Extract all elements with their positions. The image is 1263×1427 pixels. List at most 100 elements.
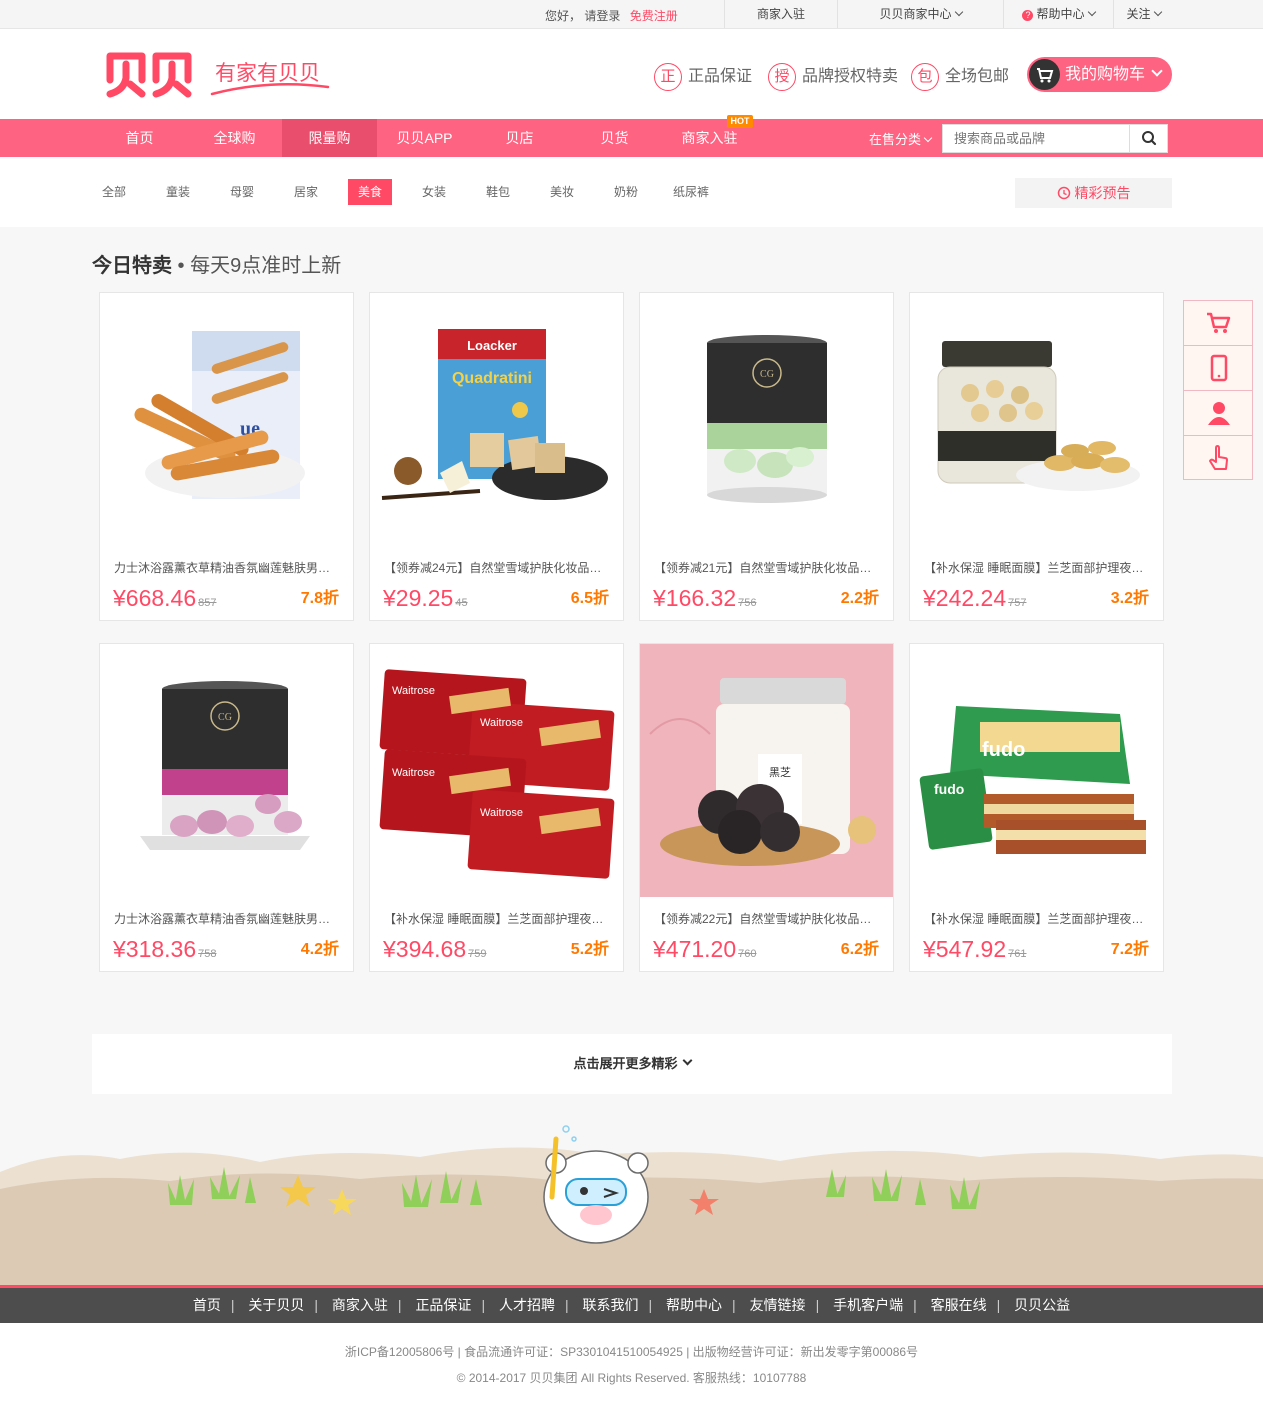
product-name[interactable]: 【领券减22元】自然堂雪域护肤化妆品套装	[654, 910, 879, 927]
login-link[interactable]: 请登录	[584, 9, 620, 23]
register-link[interactable]: 免费注册	[630, 9, 678, 23]
svg-text:Quadratini: Quadratini	[452, 370, 532, 387]
nav-app[interactable]: 贝贝APP	[377, 119, 472, 157]
category-beauty[interactable]: 美妆	[540, 179, 584, 205]
footer-nav: 首页 | 关于贝贝 | 商家入驻 | 正品保证 | 人才招聘 | 联系我们 | 帮助中心 | …	[0, 1285, 1263, 1323]
logo[interactable]	[104, 50, 196, 103]
merchant-join-link[interactable]: 商家入驻	[724, 0, 837, 28]
product-card[interactable]: 【补水保湿 睡眠面膜】兰芝面部护理夜间修护 ¥242.24 757 3.2折	[909, 292, 1164, 621]
product-price: ¥668.46 857	[113, 585, 217, 612]
product-name[interactable]: 【领券减21元】自然堂雪域护肤化妆品套装	[654, 559, 879, 576]
discount-badge: 3.2折	[1110, 590, 1149, 607]
product-card[interactable]: Waitrose Waitrose Waitrose Waitrose 【补水保…	[369, 643, 624, 972]
side-app-button[interactable]	[1184, 346, 1252, 391]
product-name[interactable]: 力士沐浴露薰衣草精油香氛幽莲魅肤男士沐浴露	[114, 910, 339, 927]
nav-home[interactable]: 首页	[92, 119, 187, 157]
product-image[interactable]	[910, 293, 1163, 546]
promise-authorized-label: 品牌授权特卖	[802, 68, 899, 85]
search-icon	[1142, 131, 1157, 146]
category-kids-clothes[interactable]: 童装	[156, 179, 200, 205]
category-shoes-bags[interactable]: 鞋包	[476, 179, 520, 205]
category-diapers[interactable]: 纸尿裤	[668, 179, 714, 205]
footer-link-friends[interactable]: 友情链接	[750, 1297, 806, 1313]
svg-text:Loacker: Loacker	[467, 338, 517, 353]
product-price: ¥242.24 757	[923, 585, 1027, 612]
section-title-rest: • 每天9点准时上新	[172, 255, 342, 277]
product-name[interactable]: 【补水保湿 睡眠面膜】兰芝面部护理夜间修护	[924, 559, 1149, 576]
product-price: ¥29.25 45	[383, 585, 468, 612]
chevron-down-icon	[682, 1055, 692, 1066]
category-all[interactable]: 全部	[92, 179, 136, 205]
product-name[interactable]: 【领券减24元】自然堂雪域护肤化妆品套装	[384, 559, 609, 576]
product-price: ¥166.32 756	[653, 585, 757, 612]
discount-badge: 7.2折	[1110, 941, 1149, 958]
product-card[interactable]: ue 力士沐浴露薰衣草精油香氛幽莲魅肤男士沐浴露 ¥668.46857 7.8折	[99, 292, 354, 621]
original-price: 759	[468, 948, 487, 960]
nav-shop[interactable]: 贝店	[472, 119, 567, 157]
svg-text:Waitrose: Waitrose	[392, 767, 435, 779]
product-card[interactable]: Loacker Quadratini 【领券减24元】自然堂雪域护肤化妆品套装 …	[369, 292, 624, 621]
load-more-button[interactable]: 点击展开更多精彩	[92, 1034, 1172, 1094]
product-price: ¥547.92 761	[923, 936, 1027, 963]
category-womens[interactable]: 女装	[412, 179, 456, 205]
nav-limited[interactable]: 限量购	[282, 119, 377, 157]
footer-link-home[interactable]: 首页	[193, 1297, 221, 1313]
side-cart-button[interactable]	[1184, 301, 1252, 346]
phone-icon	[1210, 354, 1228, 382]
merchant-center-menu[interactable]: 贝贝商家中心	[837, 0, 1003, 28]
help-center-menu[interactable]: ? 帮助中心	[1003, 0, 1113, 28]
merchant-center-label: 贝贝商家中心	[879, 7, 952, 21]
my-cart-button[interactable]: 我的购物车	[1027, 57, 1172, 92]
product-image[interactable]: CG	[640, 293, 893, 546]
original-price: 757	[1008, 597, 1027, 609]
product-name[interactable]: 【补水保湿 睡眠面膜】兰芝面部护理夜间修护	[924, 910, 1149, 927]
category-dropdown[interactable]: 在售分类	[869, 129, 933, 148]
footer-link-contact[interactable]: 联系我们	[583, 1297, 639, 1313]
product-image[interactable]: Loacker Quadratini	[370, 293, 623, 546]
footer-link-about[interactable]: 关于贝贝	[248, 1297, 304, 1313]
promise-free-shipping-label: 全场包邮	[945, 68, 1010, 85]
follow-label: 关注	[1126, 7, 1151, 21]
side-user-button[interactable]	[1184, 391, 1252, 436]
nav-goods[interactable]: 贝货	[567, 119, 662, 157]
category-milk-powder[interactable]: 奶粉	[604, 179, 648, 205]
original-price: 761	[1008, 948, 1027, 960]
product-name[interactable]: 力士沐浴露薰衣草精油香氛幽莲魅肤男士沐浴露	[114, 559, 339, 576]
search-button[interactable]	[1129, 125, 1167, 152]
copyright-text: © 2014-2017 贝贝集团 All Rights Reserved. 客服…	[456, 1371, 807, 1385]
product-card[interactable]: CG 力士沐浴露薰衣草精油香氛幽莲魅肤男士沐浴露 ¥318.36758 4.2折	[99, 643, 354, 972]
product-image[interactable]: ue	[100, 293, 353, 546]
follow-menu[interactable]: 关注	[1113, 0, 1173, 28]
preview-button[interactable]: 精彩预告	[1015, 178, 1172, 208]
category-food[interactable]: 美食	[348, 179, 392, 205]
discount-badge: 2.2折	[840, 590, 879, 607]
free-shipping-icon: 包	[911, 62, 939, 91]
footer-link-merchant[interactable]: 商家入驻	[332, 1297, 388, 1313]
svg-text:CG: CG	[218, 712, 232, 723]
product-name[interactable]: 【补水保湿 睡眠面膜】兰芝面部护理夜间修护	[384, 910, 609, 927]
footer-link-mobile[interactable]: 手机客户端	[833, 1297, 903, 1313]
product-image[interactable]: fudo fudo	[910, 644, 1163, 897]
price-value: ¥547.92	[923, 936, 1007, 962]
footer-link-genuine[interactable]: 正品保证	[415, 1297, 471, 1313]
footer-link-charity[interactable]: 贝贝公益	[1014, 1297, 1070, 1313]
product-price: ¥394.68 759	[383, 936, 487, 963]
product-image[interactable]: 黑芝	[640, 644, 893, 897]
category-home[interactable]: 居家	[284, 179, 328, 205]
footer-link-careers[interactable]: 人才招聘	[499, 1297, 555, 1313]
product-image[interactable]: Waitrose Waitrose Waitrose Waitrose	[370, 644, 623, 897]
nav-global[interactable]: 全球购	[187, 119, 282, 157]
footer-link-service[interactable]: 客服在线	[931, 1297, 987, 1313]
product-card[interactable]: 黑芝 【领券减22元】自然堂雪域护肤化妆品套装 ¥471.20 760 6.2折	[639, 643, 894, 972]
login-area: 您好， 请登录 免费注册	[545, 7, 678, 24]
product-card[interactable]: fudo fudo 【补水保湿 睡眠面膜】兰芝面部护理夜间修护 ¥547.92 7…	[909, 643, 1164, 972]
top-bar: 您好， 请登录 免费注册 商家入驻 贝贝商家中心 ? 帮助中心 关注	[0, 0, 1263, 29]
search-input[interactable]	[943, 125, 1130, 152]
footer-link-help[interactable]: 帮助中心	[666, 1297, 722, 1313]
merchant-join-label: 商家入驻	[756, 7, 805, 21]
product-image[interactable]: CG	[100, 644, 353, 897]
category-mother-baby[interactable]: 母婴	[220, 179, 264, 205]
side-touch-button[interactable]	[1184, 436, 1252, 481]
product-card[interactable]: CG 【领券减21元】自然堂雪域护肤化妆品套装 ¥166.32 756 2.2折	[639, 292, 894, 621]
chevron-down-icon	[923, 133, 933, 143]
